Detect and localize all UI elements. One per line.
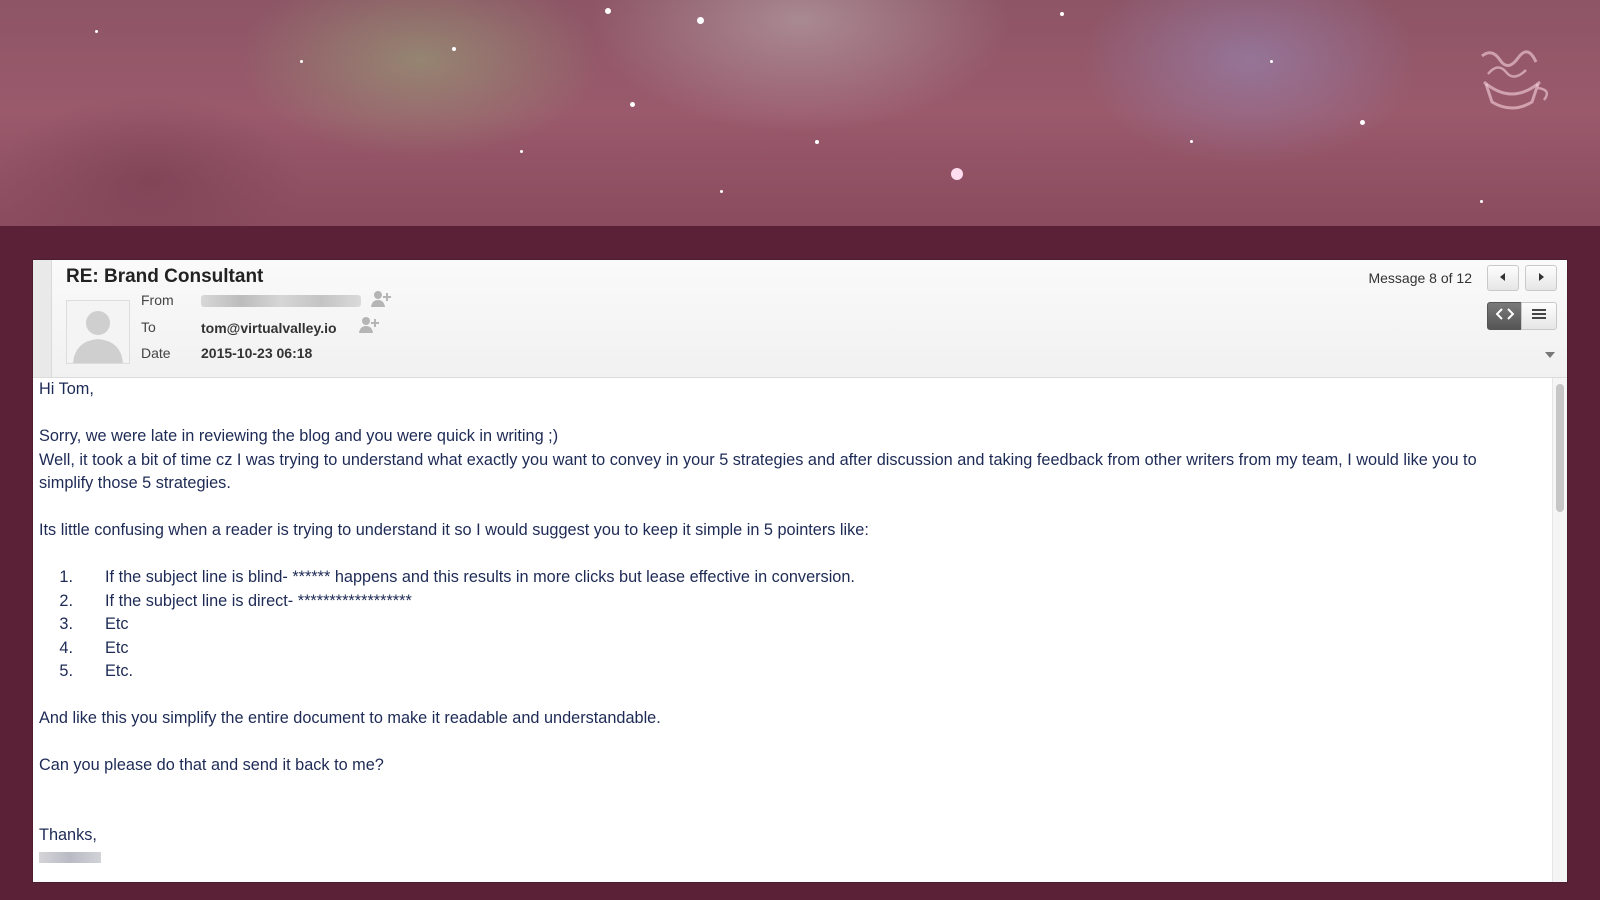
body-paragraph: Well, it took a bit of time cz I was try… bbox=[39, 450, 1477, 493]
list-item: 4. Etc bbox=[59, 638, 129, 657]
pointer-list: 1. If the subject line is blind- ****** h… bbox=[39, 566, 1529, 684]
coffee-cup-logo bbox=[1472, 44, 1552, 116]
message-counter: Message 8 of 12 bbox=[1368, 270, 1472, 286]
body-paragraph: Can you please do that and send it back … bbox=[39, 756, 384, 774]
list-item: 2. If the subject line is direct- *******… bbox=[59, 591, 412, 610]
list-item: 5. Etc. bbox=[59, 662, 134, 680]
from-label: From bbox=[141, 292, 174, 308]
chevron-left-icon bbox=[1498, 269, 1508, 287]
email-body: Hi Tom, Sorry, we were late in reviewing… bbox=[39, 378, 1529, 878]
list-item: 1. If the subject line is blind- ****** h… bbox=[59, 568, 855, 586]
add-contact-icon[interactable] bbox=[359, 316, 381, 334]
date-value: 2015-10-23 06:18 bbox=[201, 345, 313, 361]
sender-avatar bbox=[66, 300, 130, 364]
date-label: Date bbox=[141, 345, 171, 361]
closing: Thanks, bbox=[39, 825, 97, 844]
prev-message-button[interactable] bbox=[1487, 265, 1519, 291]
lines-icon bbox=[1531, 307, 1547, 325]
header-strip bbox=[33, 260, 52, 377]
header-expand-icon[interactable] bbox=[1545, 352, 1555, 358]
add-contact-icon[interactable] bbox=[371, 290, 393, 308]
email-subject: RE: Brand Consultant bbox=[66, 266, 264, 287]
header-banner bbox=[0, 0, 1600, 226]
chevron-right-icon bbox=[1536, 269, 1546, 287]
list-item: 3. Etc bbox=[59, 615, 129, 633]
code-icon bbox=[1495, 307, 1515, 325]
email-header: RE: Brand Consultant From To tom@virtual… bbox=[33, 260, 1567, 378]
to-label: To bbox=[141, 319, 156, 335]
from-value bbox=[201, 294, 361, 310]
source-view-button[interactable] bbox=[1487, 302, 1523, 330]
body-paragraph: Its little confusing when a reader is tr… bbox=[39, 521, 869, 539]
next-message-button[interactable] bbox=[1525, 265, 1557, 291]
email-viewer: RE: Brand Consultant From To tom@virtual… bbox=[33, 260, 1567, 882]
scrollbar-thumb[interactable] bbox=[1556, 384, 1564, 512]
to-value[interactable]: tom@virtualvalley.io bbox=[201, 320, 337, 336]
redacted-signature bbox=[39, 852, 101, 863]
plain-view-button[interactable] bbox=[1521, 302, 1557, 330]
body-paragraph: Sorry, we were late in reviewing the blo… bbox=[39, 427, 559, 445]
redacted-sender bbox=[201, 295, 361, 307]
body-scrollbar[interactable] bbox=[1552, 378, 1567, 882]
greeting: Hi Tom, bbox=[39, 380, 94, 398]
body-paragraph: And like this you simplify the entire do… bbox=[39, 709, 661, 727]
